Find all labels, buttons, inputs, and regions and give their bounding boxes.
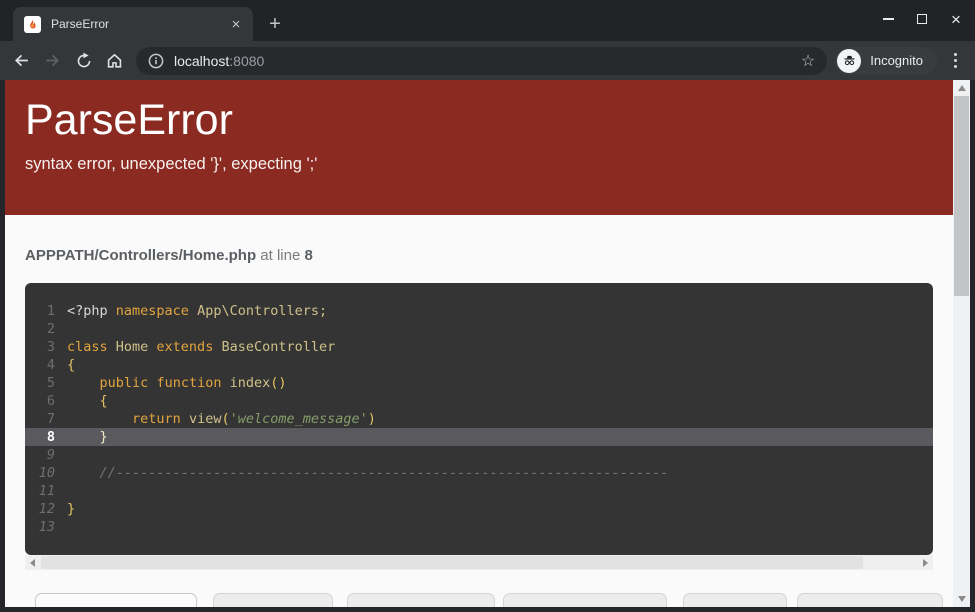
code-line: 9 xyxy=(25,446,933,464)
code-line: 11 xyxy=(25,482,933,500)
code-line: 8 } xyxy=(25,428,933,446)
debug-tab-1[interactable] xyxy=(35,593,197,607)
line-number: 2 xyxy=(25,320,67,338)
window-controls: × xyxy=(871,0,973,38)
scroll-up-arrow-icon[interactable] xyxy=(953,80,970,96)
close-button[interactable]: × xyxy=(939,0,973,38)
debug-tab-bar xyxy=(5,593,953,607)
line-number: 10 xyxy=(25,464,67,482)
code-line: 7 return view('welcome_message') xyxy=(25,410,933,428)
reload-button[interactable] xyxy=(68,45,99,76)
error-line-number: 8 xyxy=(305,247,313,264)
maximize-button[interactable] xyxy=(905,0,939,38)
browser-menu-icon[interactable] xyxy=(941,47,969,75)
error-title: ParseError xyxy=(25,95,929,146)
at-line-text: at line xyxy=(256,247,304,264)
line-number: 11 xyxy=(25,482,67,500)
source-code-block: 1<?php namespace App\Controllers;23class… xyxy=(25,283,933,555)
incognito-badge: Incognito xyxy=(835,47,937,75)
code-lines: 1<?php namespace App\Controllers;23class… xyxy=(25,302,933,536)
file-path: APPPATH/Controllers/Home.php xyxy=(25,247,256,264)
bookmark-star-icon[interactable]: ☆ xyxy=(799,51,817,71)
minimize-button[interactable] xyxy=(871,0,905,38)
line-number: 4 xyxy=(25,356,67,374)
line-number: 12 xyxy=(25,500,67,518)
error-message: syntax error, unexpected '}', expecting … xyxy=(25,155,929,174)
debug-tab-5[interactable] xyxy=(683,593,787,607)
scroll-left-arrow-icon[interactable] xyxy=(25,555,40,570)
code-line: 12} xyxy=(25,500,933,518)
back-button[interactable] xyxy=(6,45,37,76)
code-line: 10 //-----------------------------------… xyxy=(25,464,933,482)
incognito-label: Incognito xyxy=(870,53,923,68)
error-header: ParseError syntax error, unexpected '}',… xyxy=(5,80,953,215)
new-tab-button[interactable]: + xyxy=(262,11,288,37)
browser-toolbar: localhost:8080 ☆ Incognito xyxy=(0,41,975,80)
code-line: 5 public function index() xyxy=(25,374,933,392)
line-number: 13 xyxy=(25,518,67,536)
tab-strip: ParseError × + × xyxy=(0,0,975,41)
line-number: 9 xyxy=(25,446,67,464)
browser-window: ParseError × + × xyxy=(0,0,975,612)
minimize-icon xyxy=(883,18,894,20)
url-host: localhost xyxy=(174,53,229,69)
code-line: 3class Home extends BaseController xyxy=(25,338,933,356)
code-horizontal-scrollbar[interactable] xyxy=(25,555,933,570)
page-vertical-scrollbar[interactable] xyxy=(953,80,970,607)
code-line: 4{ xyxy=(25,356,933,374)
line-number: 5 xyxy=(25,374,67,392)
code-line: 13 xyxy=(25,518,933,536)
scroll-down-arrow-icon[interactable] xyxy=(953,591,970,607)
browser-tab[interactable]: ParseError × xyxy=(13,7,253,41)
forward-button[interactable] xyxy=(37,45,68,76)
line-number: 6 xyxy=(25,392,67,410)
tab-close-icon[interactable]: × xyxy=(227,15,245,33)
close-icon: × xyxy=(951,11,961,28)
url-port: :8080 xyxy=(229,53,264,69)
tab-title: ParseError xyxy=(51,17,227,31)
site-info-icon[interactable] xyxy=(148,53,164,69)
line-number: 8 xyxy=(25,428,67,446)
error-file-heading: APPPATH/Controllers/Home.php at line 8 xyxy=(25,247,929,264)
address-bar[interactable]: localhost:8080 ☆ xyxy=(136,47,827,75)
code-line: 2 xyxy=(25,320,933,338)
code-line: 6 { xyxy=(25,392,933,410)
home-button[interactable] xyxy=(99,45,130,76)
debug-tab-2[interactable] xyxy=(213,593,333,607)
url-text[interactable]: localhost:8080 xyxy=(174,53,799,69)
incognito-icon xyxy=(837,49,861,73)
codeigniter-flame-icon xyxy=(24,16,41,33)
maximize-icon xyxy=(917,14,927,24)
line-number: 1 xyxy=(25,302,67,320)
line-number: 3 xyxy=(25,338,67,356)
horizontal-scroll-thumb[interactable] xyxy=(41,556,863,569)
debug-tab-3[interactable] xyxy=(347,593,495,607)
debug-tab-6[interactable] xyxy=(797,593,943,607)
line-number: 7 xyxy=(25,410,67,428)
debug-tab-4[interactable] xyxy=(503,593,667,607)
code-line: 1<?php namespace App\Controllers; xyxy=(25,302,933,320)
scroll-right-arrow-icon[interactable] xyxy=(918,555,933,570)
page-content: ParseError syntax error, unexpected '}',… xyxy=(5,80,953,607)
vertical-scroll-thumb[interactable] xyxy=(954,96,969,296)
